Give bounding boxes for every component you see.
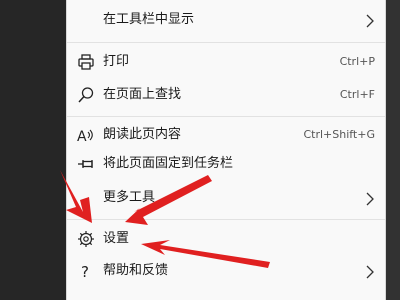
- menu-item-label: 朗读此页内容: [103, 127, 182, 142]
- svg-text:?: ?: [81, 263, 89, 280]
- menu-item-label: 将此页面固定到任务栏: [103, 156, 234, 171]
- menu-item-label: 帮助和反馈: [103, 263, 169, 278]
- chevron-right-icon: [365, 191, 375, 206]
- read-aloud-icon: A: [77, 126, 95, 144]
- menu-separator: [67, 219, 385, 220]
- menu-separator: [67, 116, 385, 117]
- menu-item-label: 打印: [103, 54, 130, 69]
- shortcut-text: Ctrl+Shift+G: [303, 128, 375, 141]
- chevron-right-icon: [365, 13, 375, 28]
- menu-item-label: 在页面上查找: [103, 87, 182, 102]
- menu-item-print[interactable]: 打印 Ctrl+P: [67, 47, 385, 77]
- menu-item-label: 设置: [103, 231, 130, 246]
- shortcut-text: Ctrl+F: [339, 88, 375, 101]
- svg-text:A: A: [77, 129, 87, 144]
- menu-item-find-on-page[interactable]: 在页面上查找 Ctrl+F: [67, 80, 385, 110]
- gear-icon: [77, 230, 95, 248]
- menu-item-more-tools[interactable]: 更多工具: [67, 183, 385, 213]
- chevron-right-icon: [365, 264, 375, 279]
- help-icon: ?: [77, 262, 95, 280]
- menu-item-label: 在工具栏中显示: [103, 12, 195, 27]
- search-icon: [77, 86, 95, 104]
- background-left: [0, 0, 66, 300]
- menu-item-read-aloud[interactable]: A 朗读此页内容 Ctrl+Shift+G: [67, 120, 385, 150]
- menu-item-help-feedback[interactable]: ? 帮助和反馈: [67, 256, 385, 286]
- menu-item-pin-to-taskbar[interactable]: 将此页面固定到任务栏: [67, 149, 385, 179]
- printer-icon: [77, 53, 95, 71]
- menu-item-settings[interactable]: 设置: [67, 224, 385, 254]
- menu-item-show-in-toolbar[interactable]: 在工具栏中显示: [67, 5, 385, 35]
- shortcut-text: Ctrl+P: [339, 55, 375, 68]
- background-right: [386, 0, 400, 300]
- browser-settings-menu: 在工具栏中显示 打印 Ctrl+P 在页面上查找 Ctrl+F A 朗读此页内容…: [66, 0, 386, 300]
- pin-icon: [77, 155, 95, 173]
- menu-item-label: 更多工具: [103, 190, 156, 205]
- menu-separator: [67, 42, 385, 43]
